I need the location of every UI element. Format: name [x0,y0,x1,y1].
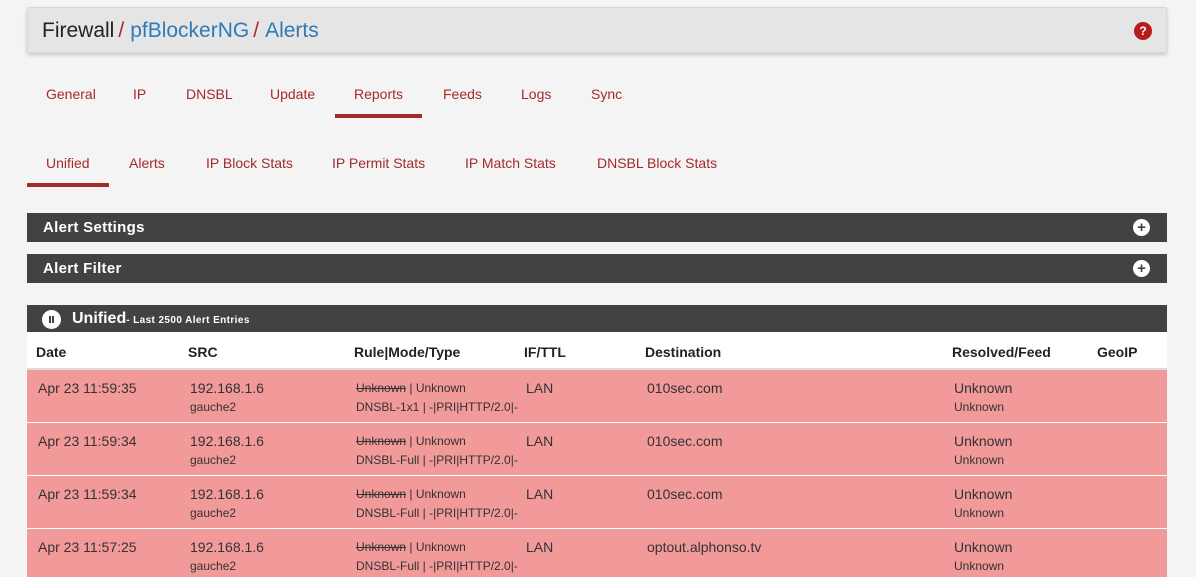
cell-interface: LAN [526,433,554,449]
cell-rule-struck: Unknown [356,434,407,448]
cell-resolved: Unknown [954,486,1013,502]
cell-rule-rest: | Unknown [406,381,466,395]
alert-filter-panel[interactable]: Alert Filter + [27,254,1167,283]
tab-update[interactable]: Update [251,78,334,118]
tab-reports[interactable]: Reports [335,78,423,118]
cell-mode-type: DNSBL-Full | -|PRI|HTTP/2.0|- [356,559,518,573]
plus-circle-icon[interactable]: + [1133,260,1150,277]
cell-src-host: gauche2 [190,506,237,520]
tab-logs[interactable]: Logs [502,78,570,118]
column-header-rule[interactable]: Rule|Mode/Type [354,344,460,360]
unified-title-main: Unified [72,310,127,327]
cell-destination[interactable]: optout.alphonso.tv [647,539,761,555]
cell-mode-type: DNSBL-1x1 | -|PRI|HTTP/2.0|- [356,400,518,414]
cell-rule: Unknown | Unknown [356,434,466,448]
breadcrumb-firewall: Firewall [42,19,115,42]
cell-src-ip[interactable]: 192.168.1.6 [190,433,264,449]
breadcrumb-pfblockerng-link[interactable]: pfBlockerNG [130,19,249,42]
alert-settings-title: Alert Settings [43,219,145,236]
alert-settings-panel[interactable]: Alert Settings + [27,213,1167,242]
cell-destination[interactable]: 010sec.com [647,486,722,502]
tab-sync[interactable]: Sync [572,78,641,118]
column-header-destination[interactable]: Destination [645,344,721,360]
cell-interface: LAN [526,380,554,396]
cell-src-ip[interactable]: 192.168.1.6 [190,539,264,555]
pause-circle-icon[interactable] [42,310,61,329]
breadcrumb: Firewall / pfBlockerNG / Alerts [42,18,319,44]
cell-date: Apr 23 11:59:34 [38,486,137,502]
column-header-date[interactable]: Date [36,344,66,360]
cell-destination[interactable]: 010sec.com [647,380,722,396]
alert-filter-title: Alert Filter [43,260,122,277]
cell-resolved: Unknown [954,433,1013,449]
cell-date: Apr 23 11:57:25 [38,539,137,555]
cell-src-ip[interactable]: 192.168.1.6 [190,486,264,502]
subtab-ip-match-stats[interactable]: IP Match Stats [446,147,575,187]
cell-src-host: gauche2 [190,559,237,573]
alerts-table: Date SRC Rule|Mode/Type IF/TTL Destinati… [27,332,1167,577]
tab-feeds[interactable]: Feeds [424,78,501,118]
cell-rule-rest: | Unknown [406,434,466,448]
subtab-ip-block-stats[interactable]: IP Block Stats [187,147,312,187]
cell-feed: Unknown [954,453,1005,467]
subtab-dnsbl-block-stats[interactable]: DNSBL Block Stats [578,147,736,187]
cell-destination[interactable]: 010sec.com [647,433,722,449]
cell-mode-type: DNSBL-Full | -|PRI|HTTP/2.0|- [356,506,518,520]
cell-rule-rest: | Unknown [406,540,466,554]
cell-src-host: gauche2 [190,453,237,467]
cell-rule-struck: Unknown [356,540,407,554]
cell-resolved: Unknown [954,539,1013,555]
column-header-src[interactable]: SRC [188,344,218,360]
cell-rule-struck: Unknown [356,487,407,501]
subtab-alerts[interactable]: Alerts [110,147,184,187]
unified-title: Unified- Last 2500 Alert Entries [72,310,250,328]
table-header: Date SRC Rule|Mode/Type IF/TTL Destinati… [27,332,1167,370]
subtab-unified[interactable]: Unified [27,147,109,187]
column-header-geoip[interactable]: GeoIP [1097,344,1137,360]
unified-panel-header: Unified- Last 2500 Alert Entries [27,305,1167,333]
column-header-resolved-feed[interactable]: Resolved/Feed [952,344,1051,360]
unified-subtitle: - Last 2500 Alert Entries [126,315,250,326]
subtab-ip-permit-stats[interactable]: IP Permit Stats [313,147,444,187]
cell-date: Apr 23 11:59:34 [38,433,137,449]
cell-feed: Unknown [954,400,1005,414]
tab-dnsbl[interactable]: DNSBL [167,78,252,118]
help-icon[interactable]: ? [1134,22,1152,40]
cell-rule: Unknown | Unknown [356,381,466,395]
table-row[interactable]: Apr 23 11:57:25 192.168.1.6 gauche2 Unkn… [27,529,1167,577]
table-row[interactable]: Apr 23 11:59:34 192.168.1.6 gauche2 Unkn… [27,476,1167,529]
table-row[interactable]: Apr 23 11:59:35 192.168.1.6 gauche2 Unkn… [27,370,1167,423]
plus-circle-icon[interactable]: + [1133,219,1150,236]
cell-date: Apr 23 11:59:35 [38,380,137,396]
breadcrumb-separator: / [118,19,125,42]
cell-resolved: Unknown [954,380,1013,396]
cell-mode-type: DNSBL-Full | -|PRI|HTTP/2.0|- [356,453,518,467]
cell-rule: Unknown | Unknown [356,487,466,501]
cell-feed: Unknown [954,559,1005,573]
cell-src-ip[interactable]: 192.168.1.6 [190,380,264,396]
cell-rule: Unknown | Unknown [356,540,466,554]
cell-interface: LAN [526,486,554,502]
page-header: Firewall / pfBlockerNG / Alerts ? [27,7,1167,53]
cell-feed: Unknown [954,506,1005,520]
tab-general[interactable]: General [27,78,115,118]
breadcrumb-alerts-link[interactable]: Alerts [265,19,319,42]
cell-src-host: gauche2 [190,400,237,414]
breadcrumb-separator: / [253,19,260,42]
cell-interface: LAN [526,539,554,555]
cell-rule-struck: Unknown [356,381,407,395]
column-header-if-ttl[interactable]: IF/TTL [524,344,566,360]
tab-ip[interactable]: IP [114,78,165,118]
table-row[interactable]: Apr 23 11:59:34 192.168.1.6 gauche2 Unkn… [27,423,1167,476]
cell-rule-rest: | Unknown [406,487,466,501]
